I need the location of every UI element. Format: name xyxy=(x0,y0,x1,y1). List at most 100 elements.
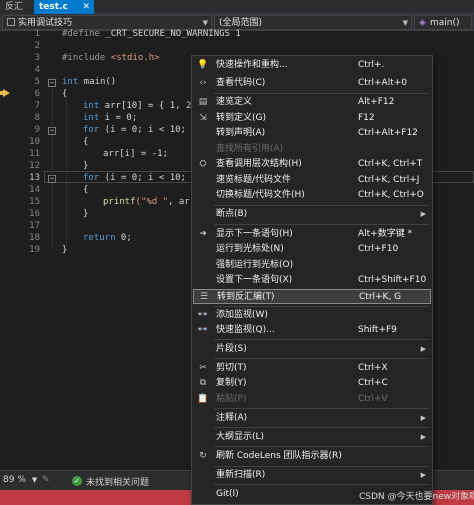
menu-label: 复制(Y) xyxy=(216,378,247,388)
menu-label: 查看调用层次结构(H) xyxy=(216,159,302,169)
code-line-7: int arr[10] = { 1, 2, 3 xyxy=(83,101,208,111)
menu-shortcut: Ctrl+F10 xyxy=(358,244,399,254)
menu-item-paste[interactable]: 📋 粘贴(P) Ctrl+V xyxy=(193,392,431,407)
menu-item-quick-watch[interactable]: 👓 快速监视(Q)... Shift+F9 xyxy=(193,323,431,338)
menu-label: Git(I) xyxy=(216,489,239,499)
menu-item-quick-actions[interactable]: 💡 快速操作和重构... Ctrl+. xyxy=(193,58,431,73)
chevron-down-icon: ▼ xyxy=(402,19,408,27)
submenu-arrow-icon: ▶ xyxy=(420,414,426,422)
brush-icon[interactable]: ✎ xyxy=(42,475,50,485)
menu-shortcut: Ctrl+. xyxy=(358,60,385,70)
menu-item-show-next-statement[interactable]: ➜ 显示下一条语句(H) Alt+数字键 * xyxy=(193,227,431,242)
menu-shortcut: Ctrl+C xyxy=(358,378,388,388)
menu-separator xyxy=(214,306,429,307)
watch-icon: 👓 xyxy=(197,310,209,320)
menu-item-run-to-cursor[interactable]: 运行到光标处(N) Ctrl+F10 xyxy=(193,242,431,257)
code-line-11: arr[i] = -1; xyxy=(103,149,168,159)
keyword: for xyxy=(83,125,100,135)
menu-item-snippets[interactable]: 片段(S) ▶ xyxy=(193,342,431,357)
line-number: 9 xyxy=(34,125,40,135)
function-dropdown[interactable]: ◈ main() xyxy=(414,15,472,30)
menu-item-breakpoint[interactable]: 断点(B) ▶ xyxy=(193,207,431,222)
close-icon[interactable]: ✕ xyxy=(82,0,90,14)
watermark: CSDN @今天也要new对象呢 xyxy=(359,492,474,502)
peek-icon: ▤ xyxy=(198,97,208,107)
project-dropdown[interactable]: 实用调试技巧 ▼ xyxy=(2,15,212,30)
menu-item-add-watch[interactable]: 👓 添加监视(W) xyxy=(193,308,431,323)
line-number: 17 xyxy=(29,221,40,231)
keyword: int xyxy=(83,113,100,123)
code-text: { xyxy=(83,137,89,147)
line-number: 18 xyxy=(29,233,40,243)
code-text: 0; xyxy=(115,233,132,243)
line-number: 7 xyxy=(34,101,40,111)
menu-label: 注释(A) xyxy=(216,413,248,423)
menu-item-copy[interactable]: ⧉ 复制(Y) Ctrl+C xyxy=(193,376,431,391)
menu-shortcut: Ctrl+K, G xyxy=(359,292,402,302)
menu-item-go-to-declaration[interactable]: 转到声明(A) Ctrl+Alt+F12 xyxy=(193,126,431,141)
menu-shortcut: Alt+F12 xyxy=(358,97,395,107)
menu-label: 转到声明(A) xyxy=(216,128,266,138)
function-cube-icon: ◈ xyxy=(419,18,426,28)
menu-item-view-call-hierarchy[interactable]: ⛭ 查看调用层次结构(H) Ctrl+K, Ctrl+T xyxy=(193,157,431,172)
menu-label: 转到反汇编(T) xyxy=(217,292,275,302)
line-number: 4 xyxy=(34,65,40,75)
code-line-8: int i = 0; xyxy=(83,113,137,123)
menu-shortcut: Ctrl+Alt+F12 xyxy=(358,128,418,138)
arrow-right-icon: ➜ xyxy=(199,229,207,239)
collapse-icon[interactable]: − xyxy=(48,79,56,87)
tab-disassembly[interactable]: 反汇编 xyxy=(0,0,34,26)
menu-item-go-to-definition[interactable]: ⇲ 转到定义(G) F12 xyxy=(193,111,431,126)
menu-item-refresh-codelens[interactable]: ↻ 刷新 CodeLens 团队指示器(R) xyxy=(193,449,431,464)
menu-separator xyxy=(214,466,429,467)
function-name: printf xyxy=(103,197,136,207)
menu-separator xyxy=(214,205,429,206)
indent-guide xyxy=(66,100,67,246)
menu-separator xyxy=(214,358,429,359)
code-text: } xyxy=(83,161,89,171)
issues-status[interactable]: 未找到相关问题 xyxy=(86,475,149,488)
menu-label: 断点(B) xyxy=(216,209,248,219)
tab-test-c[interactable]: test.c ✕ xyxy=(34,0,94,14)
menu-label: 快速操作和重构... xyxy=(216,60,288,70)
menu-item-peek-header[interactable]: 速览标题/代码文件 Ctrl+K, Ctrl+J xyxy=(193,173,431,188)
menu-item-outlining[interactable]: 大纲显示(L) ▶ xyxy=(193,430,431,445)
menu-label: 切换标题/代码文件(H) xyxy=(216,190,305,200)
menu-item-force-run-to-cursor[interactable]: 强制运行到光标(O) xyxy=(193,258,431,273)
keyword: for xyxy=(83,173,100,183)
scope-value: (全局范围) xyxy=(219,18,263,28)
menu-item-go-to-disassembly[interactable]: ☰ 转到反汇编(T) Ctrl+K, G xyxy=(193,289,431,304)
code-text: <stdio.h> xyxy=(105,53,160,63)
menu-shortcut: F12 xyxy=(358,113,375,123)
function-value: main() xyxy=(430,18,460,28)
next-statement-arrow-icon[interactable] xyxy=(3,89,10,97)
submenu-arrow-icon: ▶ xyxy=(420,433,426,441)
menu-item-set-next-statement[interactable]: 设置下一条语句(X) Ctrl+Shift+F10 xyxy=(193,273,431,288)
keyword: int xyxy=(83,101,100,111)
menu-label: 强制运行到光标(O) xyxy=(216,260,294,270)
menu-item-rescan[interactable]: 重新扫描(R) ▶ xyxy=(193,468,431,483)
code-line-10: { xyxy=(83,137,88,147)
line-number: 1 xyxy=(34,29,40,39)
line-number: 15 xyxy=(29,197,40,207)
code-text: } xyxy=(83,209,89,219)
menu-item-cut[interactable]: ✂ 剪切(T) Ctrl+X xyxy=(193,361,431,376)
menu-item-annotation[interactable]: 注释(A) ▶ xyxy=(193,411,431,426)
line-number: 10 xyxy=(29,137,40,147)
menu-item-toggle-header[interactable]: 切换标题/代码文件(H) Ctrl+K, Ctrl+O xyxy=(193,188,431,203)
copy-icon: ⧉ xyxy=(199,378,207,388)
menu-item-view-code[interactable]: ‹› 查看代码(C) Ctrl+Alt+0 xyxy=(193,76,431,91)
menu-item-find-all-references[interactable]: 查找所有引用(A) xyxy=(193,142,431,157)
menu-label: 片段(S) xyxy=(216,344,247,354)
submenu-arrow-icon: ▶ xyxy=(420,471,426,479)
menu-item-peek-definition[interactable]: ▤ 速览定义 Alt+F12 xyxy=(193,95,431,110)
zoom-dropdown[interactable]: 89 % ▼ xyxy=(3,475,37,485)
submenu-arrow-icon: ▶ xyxy=(420,345,426,353)
code-line-17: return 0; xyxy=(83,233,132,243)
project-name: 实用调试技巧 xyxy=(18,18,73,28)
tab-label: test.c xyxy=(39,2,68,12)
menu-separator xyxy=(214,408,429,409)
scope-dropdown[interactable]: (全局范围) ▼ xyxy=(214,15,412,30)
disassembly-icon: ☰ xyxy=(199,292,209,302)
code-text: main() xyxy=(78,77,117,87)
